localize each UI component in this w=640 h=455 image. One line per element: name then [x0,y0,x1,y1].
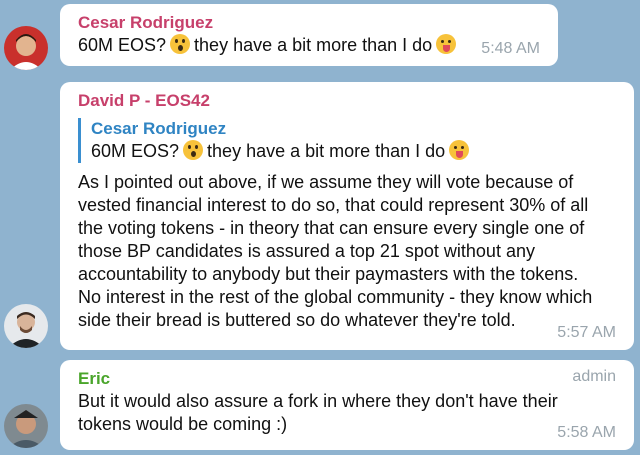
avatar-cesar-image [4,26,48,70]
message-author[interactable]: Cesar Rodriguez [78,12,540,34]
message-text-part: they have a bit more than I do [194,35,433,55]
message-text-part: 60M EOS? [78,35,167,55]
message-bubble[interactable]: David P - EOS42 Cesar Rodriguez 60M EOS?… [60,82,634,350]
quote-text-part: they have a bit more than I do [207,141,446,161]
avatar-eric-image [4,404,48,448]
message-author[interactable]: Eric [78,368,616,390]
astonished-face-icon [170,34,191,54]
astonished-face-icon [183,140,204,160]
message-bubble[interactable]: Cesar Rodriguez 60M EOS? they have a bit … [60,4,558,66]
message-line: accountability to anybody but their paym… [78,264,579,284]
admin-badge: admin [572,368,616,385]
avatar-david-image [4,304,48,348]
message-time: 5:57 AM [557,324,616,341]
message-line: As I pointed out above, if we assume the… [78,172,574,192]
message-time: 5:58 AM [557,424,616,441]
message-line: vested financial interest to do so, that… [78,195,589,215]
message-line: But it would also assure a fork in where… [78,391,558,411]
message-text: 60M EOS? they have a bit more than I do [78,34,540,57]
reply-quote[interactable]: Cesar Rodriguez 60M EOS? they have a bit … [78,118,616,163]
chat-area: Cesar Rodriguez 60M EOS? they have a bit … [0,0,640,455]
avatar-eric[interactable] [4,404,48,448]
message-bubble[interactable]: Eric admin But it would also assure a fo… [60,360,634,450]
message-author[interactable]: David P - EOS42 [78,90,616,112]
avatar-cesar[interactable] [4,26,48,70]
message-line: those BP candidates is assured a top 21 … [78,241,535,261]
tongue-face-icon [449,140,470,160]
quote-author: Cesar Rodriguez [91,119,227,138]
message-time: 5:48 AM [481,40,540,57]
message-text: As I pointed out above, if we assume the… [78,171,616,332]
avatar-david[interactable] [4,304,48,348]
message-line: No interest in the rest of the global co… [78,287,593,307]
message-line: tokens would be coming :) [78,414,288,434]
message-line: side their bread is buttered so do whate… [78,310,516,330]
message-text: But it would also assure a fork in where… [78,390,616,436]
quote-text-part: 60M EOS? [91,141,180,161]
tongue-face-icon [436,34,457,54]
message-line: the voting tokens - in theory that can e… [78,218,585,238]
quote-text: 60M EOS? they have a bit more than I do [91,140,616,163]
